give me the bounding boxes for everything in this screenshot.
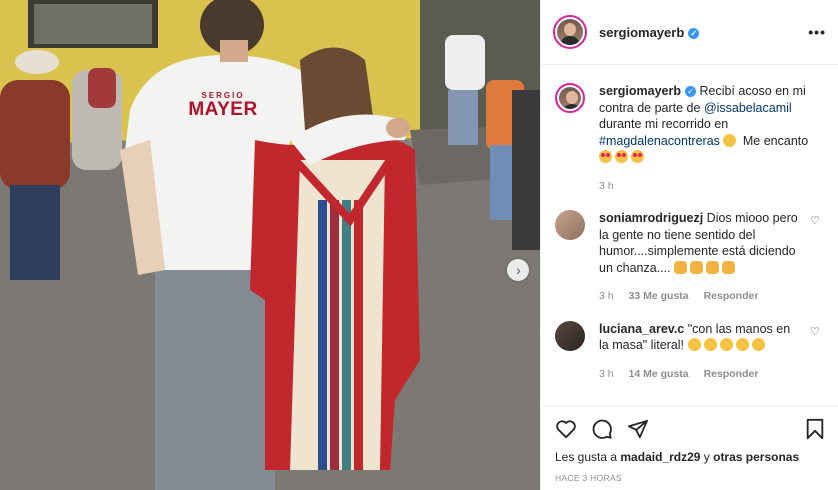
- caption-meta: 3 h: [599, 178, 822, 195]
- post-side-panel: sergiomayerb ✓ ••• sergiomayerb ✓ Recibí a…: [540, 0, 838, 490]
- astonished-emoji-icon: [687, 338, 701, 351]
- comment-item: soniamrodriguezj Dios miooo pero la gent…: [555, 210, 822, 305]
- caption-text-2: durante mi recorrido en: [599, 117, 729, 131]
- post-actions: Les gusta a madaid_rdz29 y otras persona…: [541, 405, 838, 483]
- laughing-emoji-icon: [751, 338, 765, 351]
- comment-meta: 3 h 33 Me gusta Responder: [599, 288, 802, 305]
- astonished-emoji-icon: [703, 338, 717, 351]
- comment-username[interactable]: luciana_arev.c: [599, 322, 684, 336]
- comment-text: luciana_arev.c "con las manos en la masa…: [599, 321, 802, 354]
- clapping-emoji-icon: [690, 260, 704, 274]
- caption-body: sergiomayerb ✓ Recibí acoso en mi contra …: [599, 83, 822, 194]
- laughing-emoji-icon: [735, 338, 749, 351]
- caption-time[interactable]: 3 h: [599, 180, 614, 192]
- likes-prefix: Les gusta a: [555, 450, 621, 464]
- comment-like-heart-icon[interactable]: ♡: [810, 325, 822, 383]
- caption: sergiomayerb ✓ Recibí acoso en mi contra …: [555, 83, 822, 194]
- comment-body: soniamrodriguezj Dios miooo pero la gent…: [599, 210, 802, 305]
- comment-item: luciana_arev.c "con las manos en la masa…: [555, 320, 822, 383]
- caption-text-3: Me encanto: [739, 133, 809, 148]
- action-icons: [555, 416, 825, 442]
- likes-user-link[interactable]: madaid_rdz29: [620, 450, 700, 464]
- save-bookmark-icon[interactable]: [805, 418, 825, 440]
- reply-button[interactable]: Responder: [704, 368, 759, 380]
- author-username[interactable]: sergiomayerb ✓: [599, 25, 700, 40]
- comment-likes-count[interactable]: 33 Me gusta: [629, 290, 689, 302]
- share-paper-plane-icon[interactable]: [627, 419, 649, 439]
- verified-badge-icon: ✓: [684, 86, 696, 97]
- commenter-avatar[interactable]: [555, 320, 585, 351]
- likes-others-link[interactable]: otras personas: [713, 450, 799, 464]
- caption-username[interactable]: sergiomayerb: [599, 84, 681, 98]
- post-photo-illustration: [0, 0, 540, 490]
- commenter-avatar[interactable]: [555, 210, 585, 240]
- likes-summary: Les gusta a madaid_rdz29 y otras persona…: [555, 450, 825, 464]
- likes-mid: y: [700, 450, 714, 464]
- next-photo-button[interactable]: ›: [507, 259, 529, 281]
- author-avatar[interactable]: [553, 15, 587, 49]
- comment-time[interactable]: 3 h: [599, 368, 614, 380]
- author-username-text[interactable]: sergiomayerb: [599, 25, 684, 40]
- more-options-icon[interactable]: •••: [808, 24, 826, 40]
- comments-list: sergiomayerb ✓ Recibí acoso en mi contra …: [541, 65, 838, 405]
- heart-eyes-emoji-icon: [615, 150, 628, 163]
- reply-button[interactable]: Responder: [704, 290, 759, 302]
- comment-text: soniamrodriguezj Dios miooo pero la gent…: [599, 210, 802, 276]
- comment-body: luciana_arev.c "con las manos en la masa…: [599, 321, 802, 383]
- heart-eyes-emoji-icon: [631, 150, 644, 163]
- caption-hashtag-link[interactable]: #magdalenacontreras: [599, 134, 720, 148]
- comment-likes-count[interactable]: 14 Me gusta: [629, 368, 689, 380]
- post-timestamp[interactable]: HACE 3 HORAS: [555, 473, 825, 483]
- comment-username[interactable]: soniamrodriguezj: [599, 211, 703, 225]
- clapping-emoji-icon: [706, 260, 720, 274]
- astonished-emoji-icon: [719, 338, 733, 351]
- instagram-post-window: SERGIO MAYER › sergiomayerb ✓ ••• sergiom…: [0, 0, 838, 490]
- comment-time[interactable]: 3 h: [599, 290, 614, 302]
- caption-text: sergiomayerb ✓ Recibí acoso en mi contra …: [599, 83, 822, 166]
- shirt-text-main: MAYER: [188, 99, 258, 120]
- post-photo[interactable]: SERGIO MAYER ›: [0, 0, 540, 490]
- clapping-emoji-icon: [722, 260, 736, 274]
- verified-badge-icon: ✓: [688, 27, 700, 39]
- shirt-print: SERGIO MAYER: [168, 92, 278, 120]
- post-header: sergiomayerb ✓ •••: [541, 0, 838, 65]
- chevron-right-icon: ›: [516, 262, 521, 278]
- wink-emoji-icon: [723, 133, 737, 147]
- comment-bubble-icon[interactable]: [591, 418, 613, 440]
- comment-meta: 3 h 14 Me gusta Responder: [599, 366, 802, 383]
- comment-like-heart-icon[interactable]: ♡: [810, 214, 822, 305]
- caption-mention-link[interactable]: @issabelacamil: [704, 101, 792, 115]
- caption-avatar[interactable]: [555, 83, 585, 113]
- heart-eyes-emoji-icon: [599, 150, 612, 163]
- like-heart-icon[interactable]: [555, 419, 577, 439]
- clapping-emoji-icon: [674, 260, 688, 274]
